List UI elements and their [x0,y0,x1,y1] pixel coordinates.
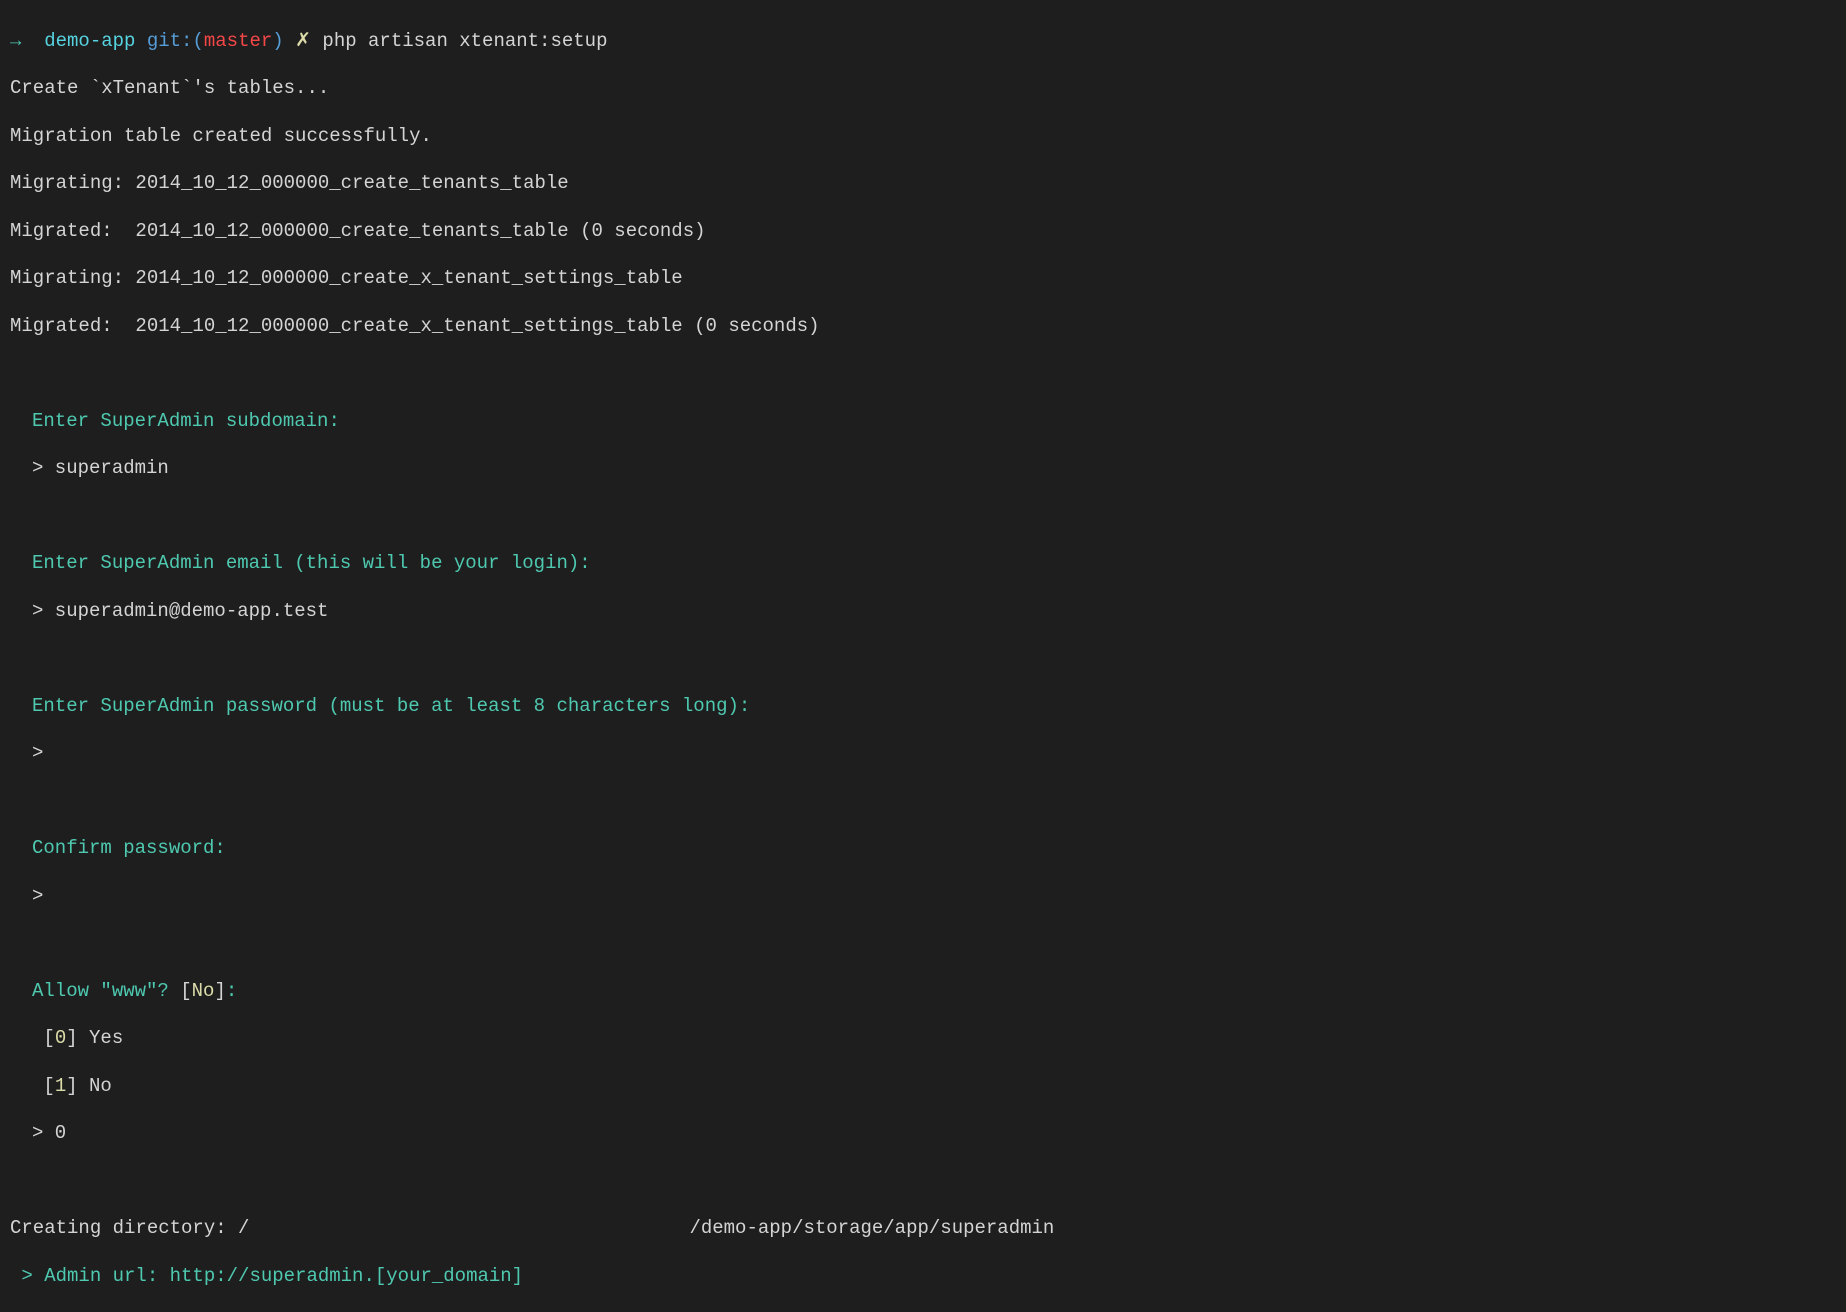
prompt-line: → demo-app git:(master) ✗ php artisan xt… [10,30,1836,54]
output-line: Migrating: 2014_10_12_000000_create_x_te… [10,267,1836,291]
git-branch: master [204,30,272,52]
blank-line [10,505,1836,529]
answer-allow-www: > 0 [10,1122,1836,1146]
question-allow-www: Allow "www"? [No]: [10,980,1836,1004]
output-line: Migrating: 2014_10_12_000000_create_tena… [10,172,1836,196]
output-line: Migrated: 2014_10_12_000000_create_tenan… [10,220,1836,244]
output-line: Migrated: 2014_10_12_000000_create_x_ten… [10,315,1836,339]
git-close: ) [272,30,283,52]
answer-email: > superadmin@demo-app.test [10,600,1836,624]
option-yes: [0] Yes [10,1027,1836,1051]
command-text: php artisan xtenant:setup [322,30,607,52]
question-password: Enter SuperAdmin password (must be at le… [10,695,1836,719]
output-line: Migration table created successfully. [10,125,1836,149]
admin-url-line: > Admin url: http://superadmin.[your_dom… [10,1265,1836,1289]
answer-subdomain: > superadmin [10,457,1836,481]
option-no: [1] No [10,1075,1836,1099]
question-subdomain: Enter SuperAdmin subdomain: [10,410,1836,434]
answer-password: > [10,742,1836,766]
terminal-output[interactable]: → demo-app git:(master) ✗ php artisan xt… [10,6,1836,1312]
prompt-arrow: → [10,30,21,52]
blank-line [10,362,1836,386]
output-line: Create `xTenant`'s tables... [10,77,1836,101]
blank-line [10,932,1836,956]
creating-directory-line: Creating directory: //demo-app/storage/a… [10,1217,1836,1241]
prompt-dir: demo-app [44,30,135,52]
blank-line [10,790,1836,814]
git-label: git:( [147,30,204,52]
question-confirm-password: Confirm password: [10,837,1836,861]
blank-line [10,647,1836,671]
dirty-icon: ✗ [295,30,311,52]
question-email: Enter SuperAdmin email (this will be you… [10,552,1836,576]
answer-confirm-password: > [10,885,1836,909]
blank-line [10,1170,1836,1194]
